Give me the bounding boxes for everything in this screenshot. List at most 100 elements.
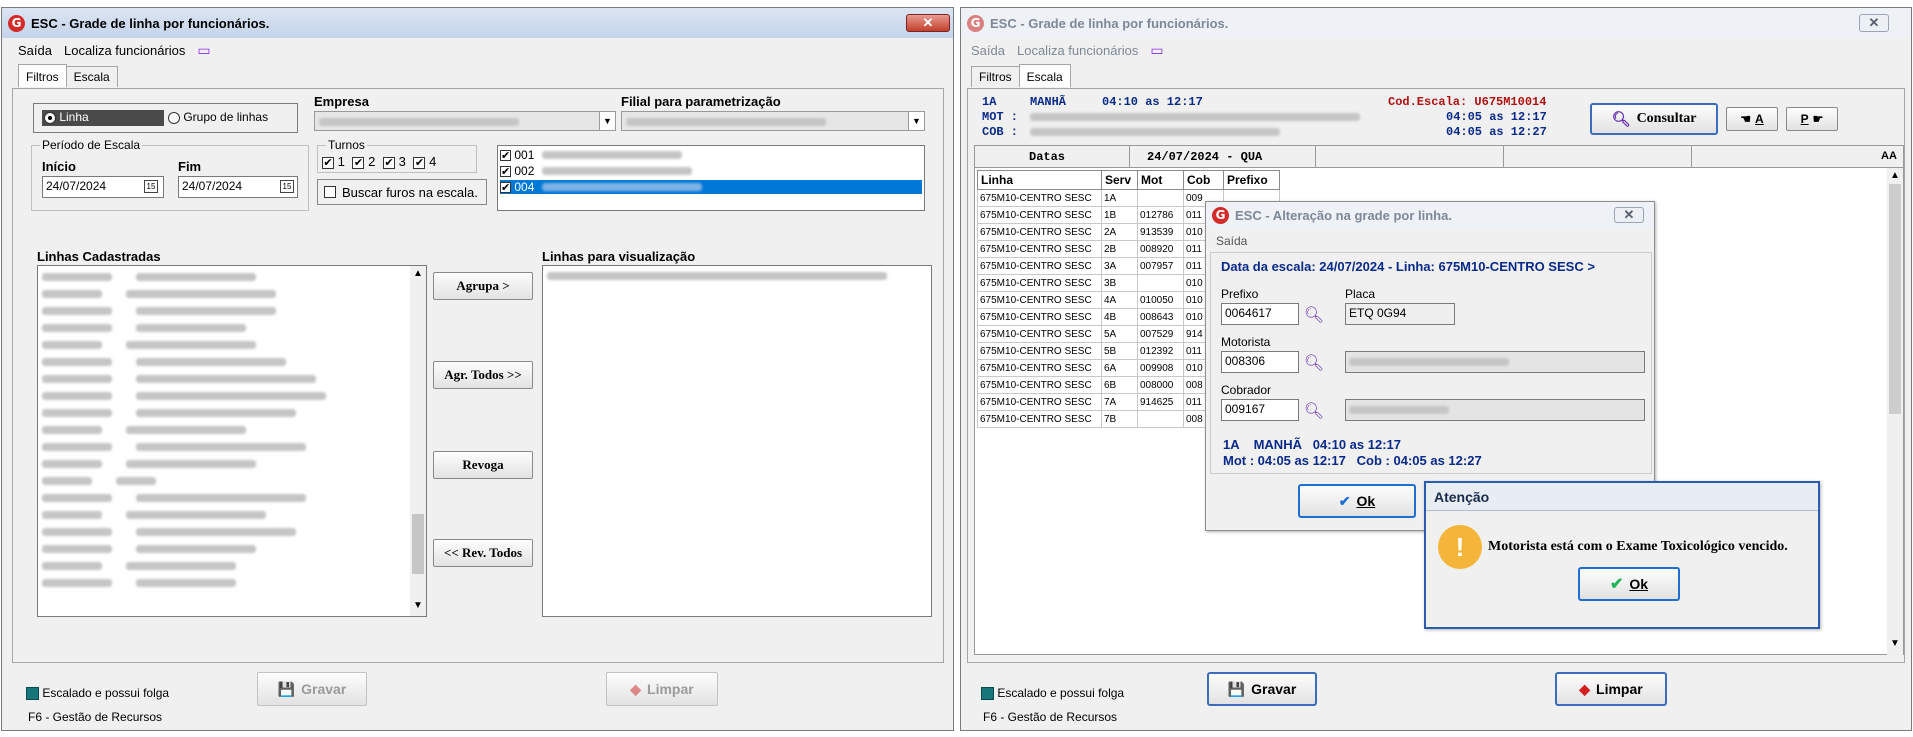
linhas-visualizacao-list[interactable] — [542, 265, 932, 617]
list-item[interactable] — [42, 406, 402, 423]
cell-mot[interactable] — [1137, 189, 1184, 207]
dialog-menu-saida[interactable]: Saída — [1216, 234, 1247, 248]
tab-filtros[interactable]: Filtros — [971, 66, 1020, 87]
list-item[interactable] — [42, 270, 402, 287]
cell-linha[interactable]: 675M10-CENTRO SESC — [977, 359, 1102, 377]
cell-mot[interactable] — [1137, 274, 1184, 292]
col-cob[interactable]: Cob — [1183, 170, 1224, 190]
scroll-thumb[interactable] — [1889, 184, 1901, 414]
radio-grupo[interactable]: Grupo de linhas — [168, 110, 268, 124]
cell-serv[interactable]: 4A — [1101, 291, 1138, 309]
scroll-down-icon[interactable]: ▼ — [1890, 638, 1900, 649]
cell-mot[interactable]: 007957 — [1137, 257, 1184, 275]
list-item[interactable] — [42, 508, 402, 525]
motorista-field[interactable]: 008306 — [1221, 351, 1299, 373]
scroll-thumb[interactable] — [412, 514, 424, 574]
list-item[interactable] — [42, 491, 402, 508]
menu-saida[interactable]: Saída — [18, 43, 52, 58]
close-button[interactable]: ✕ — [906, 14, 950, 32]
cell-mot[interactable]: 008920 — [1137, 240, 1184, 258]
calendar-icon[interactable]: 15 — [280, 180, 294, 193]
cobrador-field[interactable]: 009167 — [1221, 399, 1299, 421]
agrupa-button[interactable]: Agrupa > — [433, 272, 533, 300]
linhas-cadastradas-list[interactable]: ▲ ▼ — [37, 265, 427, 617]
filial-item[interactable]: ✔ 002 — [500, 164, 920, 178]
scroll-up-icon[interactable]: ▲ — [413, 268, 423, 279]
prefixo-search-icon[interactable]: 🔍︎ — [1303, 303, 1325, 325]
font-size-icon[interactable]: AA — [1881, 150, 1897, 162]
filial-checkbox[interactable]: ✔ — [500, 182, 511, 194]
cell-mot[interactable]: 012392 — [1137, 342, 1184, 360]
monitor-icon[interactable]: ▭ — [1150, 42, 1163, 59]
scroll-up-icon[interactable]: ▲ — [1890, 170, 1900, 181]
scrollbar[interactable]: ▲ ▼ — [410, 266, 426, 616]
cell-linha[interactable]: 675M10-CENTRO SESC — [977, 223, 1102, 241]
filial-item[interactable]: ✔ 001 — [500, 148, 920, 162]
col-prefixo[interactable]: Prefixo — [1223, 170, 1280, 190]
chevron-down-icon[interactable]: ▼ — [599, 112, 615, 130]
empresa-select[interactable]: ▼ — [314, 111, 616, 131]
cell-linha[interactable]: 675M10-CENTRO SESC — [977, 291, 1102, 309]
cell-mot[interactable]: 914625 — [1137, 393, 1184, 411]
list-item[interactable] — [42, 389, 402, 406]
cell-linha[interactable]: 675M10-CENTRO SESC — [977, 240, 1102, 258]
agr-todos-button[interactable]: Agr. Todos >> — [433, 361, 533, 389]
gravar-button[interactable]: 💾 Gravar — [257, 672, 367, 706]
cobrador-search-icon[interactable]: 🔍︎ — [1303, 399, 1325, 421]
cell-linha[interactable]: 675M10-CENTRO SESC — [977, 257, 1102, 275]
list-item[interactable] — [42, 525, 402, 542]
buscar-furos[interactable]: Buscar furos na escala. — [317, 179, 487, 205]
list-item[interactable] — [42, 457, 402, 474]
list-item[interactable] — [42, 287, 402, 304]
cell-linha[interactable]: 675M10-CENTRO SESC — [977, 376, 1102, 394]
cell-serv[interactable]: 1B — [1101, 206, 1138, 224]
col-mot[interactable]: Mot — [1137, 170, 1184, 190]
col-serv[interactable]: Serv — [1101, 170, 1138, 190]
cell-mot[interactable]: 009908 — [1137, 359, 1184, 377]
cell-linha[interactable]: 675M10-CENTRO SESC — [977, 308, 1102, 326]
dialog-close-button[interactable]: ✕ — [1614, 207, 1644, 223]
revoga-button[interactable]: Revoga — [433, 451, 533, 479]
chevron-down-icon[interactable]: ▼ — [908, 112, 924, 130]
cell-mot[interactable]: 913539 — [1137, 223, 1184, 241]
turno-4-checkbox[interactable]: ✔ — [413, 156, 426, 169]
cell-linha[interactable]: 675M10-CENTRO SESC — [977, 325, 1102, 343]
filiais-list[interactable]: ✔ 001 ✔ 002 ✔ 004 — [497, 145, 925, 211]
next-p-button[interactable]: P ☛ — [1786, 107, 1838, 131]
rev-todos-button[interactable]: << Rev. Todos — [433, 539, 533, 567]
cell-mot[interactable]: 008643 — [1137, 308, 1184, 326]
list-item[interactable] — [42, 338, 402, 355]
back-a-button[interactable]: ☚ A — [1726, 107, 1778, 131]
cell-serv[interactable]: 3A — [1101, 257, 1138, 275]
cell-linha[interactable]: 675M10-CENTRO SESC — [977, 189, 1102, 207]
tab-escala[interactable]: Escala — [65, 66, 118, 87]
close-button[interactable]: ✕ — [1859, 14, 1889, 32]
list-item[interactable] — [42, 321, 402, 338]
limpar-button[interactable]: ◆ Limpar — [1555, 672, 1667, 706]
monitor-icon[interactable]: ▭ — [197, 42, 210, 59]
radio-linha[interactable]: Linha — [42, 110, 164, 126]
menu-localiza[interactable]: Localiza funcionários — [64, 43, 185, 58]
list-item[interactable] — [42, 440, 402, 457]
consultar-button[interactable]: 🔍︎ Consultar — [1590, 103, 1718, 135]
tab-filtros[interactable]: Filtros — [18, 64, 67, 87]
cell-linha[interactable]: 675M10-CENTRO SESC — [977, 393, 1102, 411]
filial-item-selected[interactable]: ✔ 004 — [500, 180, 922, 194]
cell-serv[interactable]: 1A — [1101, 189, 1138, 207]
menu-saida[interactable]: Saída — [971, 43, 1005, 58]
dialog-ok-button[interactable]: ✔ Ok — [1298, 484, 1416, 518]
filial-checkbox[interactable]: ✔ — [500, 150, 511, 162]
menu-localiza[interactable]: Localiza funcionários — [1017, 43, 1138, 58]
list-item[interactable] — [42, 542, 402, 559]
turno-3-checkbox[interactable]: ✔ — [382, 156, 395, 169]
cell-serv[interactable]: 7B — [1101, 410, 1138, 428]
list-item[interactable] — [42, 576, 402, 593]
filial-select[interactable]: ▼ — [621, 111, 925, 131]
cell-mot[interactable]: 007529 — [1137, 325, 1184, 343]
limpar-button[interactable]: ◆ Limpar — [606, 672, 718, 706]
list-item[interactable] — [42, 355, 402, 372]
list-item[interactable] — [42, 559, 402, 576]
turno-1-checkbox[interactable]: ✔ — [322, 156, 334, 169]
cell-serv[interactable]: 2A — [1101, 223, 1138, 241]
cell-serv[interactable]: 5A — [1101, 325, 1138, 343]
